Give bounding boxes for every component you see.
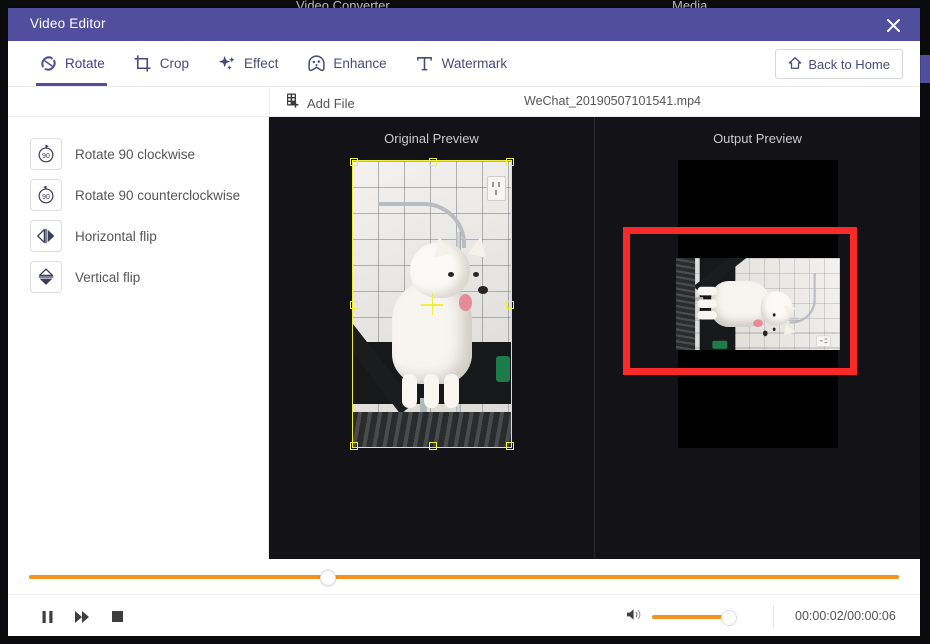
flip-horizontal-icon	[30, 220, 62, 252]
svg-text:90: 90	[42, 194, 50, 201]
tab-effect[interactable]: Effect	[203, 41, 292, 86]
original-preview-label: Original Preview	[384, 131, 479, 146]
output-preview-label: Output Preview	[713, 131, 802, 146]
add-file-label: Add File	[307, 95, 355, 111]
sidebar-item-rotate-90-clockwise[interactable]: 90 Rotate 90 clockwise	[30, 136, 268, 172]
back-to-home-label: Back to Home	[808, 56, 890, 72]
transport-divider	[773, 606, 774, 628]
sparkle-icon	[217, 54, 237, 74]
transport-controls: 00:00:02/00:00:06	[8, 595, 920, 636]
original-preview-panel: Original Preview	[269, 117, 594, 559]
tab-label: Enhance	[333, 56, 387, 71]
output-video-frame[interactable]	[622, 160, 857, 448]
add-file-button[interactable]: Add File	[286, 93, 355, 113]
close-icon[interactable]	[876, 11, 910, 39]
sidebar-item-rotate-90-counterclockwise[interactable]: 90 Rotate 90 counterclockwise	[30, 177, 268, 213]
rotate-options-sidebar: 90 Rotate 90 clockwise 90 Rotate 90 coun…	[8, 117, 269, 559]
sidebar-item-label: Vertical flip	[75, 269, 141, 285]
sidebar-item-vertical-flip[interactable]: Vertical flip	[30, 259, 268, 295]
enhance-icon	[306, 54, 326, 74]
file-bar: Add File WeChat_20190507101541.mp4	[8, 87, 920, 117]
tab-label: Watermark	[441, 56, 508, 71]
time-display: 00:00:02/00:00:06	[795, 609, 896, 623]
tab-label: Effect	[244, 56, 279, 71]
tab-bar: Rotate Crop Effect Enhance Watermark Bac…	[8, 41, 920, 87]
stop-icon[interactable]	[102, 602, 132, 632]
text-t-icon	[415, 54, 435, 74]
back-to-home-button[interactable]: Back to Home	[775, 49, 903, 79]
file-bar-divider	[269, 87, 270, 116]
tab-enhance[interactable]: Enhance	[292, 41, 400, 86]
speaker-icon[interactable]	[626, 607, 643, 627]
rotate-cw-90-icon: 90	[30, 138, 62, 170]
timeline-track[interactable]	[29, 569, 899, 586]
volume-handle[interactable]	[721, 610, 737, 626]
home-icon	[788, 56, 802, 73]
tab-crop[interactable]: Crop	[119, 41, 203, 86]
original-preview-stage	[269, 155, 594, 559]
original-video-frame[interactable]	[349, 158, 514, 450]
sidebar-item-horizontal-flip[interactable]: Horizontal flip	[30, 218, 268, 254]
title-bar: Video Editor	[8, 8, 920, 41]
tab-label: Rotate	[65, 56, 105, 71]
original-video-image	[351, 160, 512, 448]
crop-icon	[133, 54, 153, 74]
tab-rotate[interactable]: Rotate	[24, 41, 119, 86]
sidebar-item-label: Horizontal flip	[75, 228, 157, 244]
window-title: Video Editor	[30, 16, 106, 31]
output-highlight-rectangle	[622, 227, 857, 375]
tab-watermark[interactable]: Watermark	[401, 41, 522, 86]
timeline-handle[interactable]	[320, 569, 337, 586]
background-window-strip	[920, 55, 930, 83]
pause-icon[interactable]	[32, 602, 62, 632]
timeline-scrubber[interactable]	[8, 559, 920, 595]
fast-forward-icon[interactable]	[67, 602, 97, 632]
preview-area: Original Preview Output Preview	[269, 117, 920, 559]
svg-text:90: 90	[42, 153, 50, 160]
output-preview-stage	[595, 155, 920, 559]
add-file-icon	[286, 93, 300, 113]
volume-track[interactable]	[652, 610, 737, 626]
rotate-icon	[38, 54, 58, 74]
sidebar-item-label: Rotate 90 clockwise	[75, 146, 196, 162]
editor-body: 90 Rotate 90 clockwise 90 Rotate 90 coun…	[8, 117, 920, 559]
rotate-ccw-90-icon: 90	[30, 179, 62, 211]
video-editor-window: Video Editor Rotate Crop Effect Enhance …	[8, 8, 920, 636]
volume-control[interactable]	[626, 595, 737, 636]
flip-vertical-icon	[30, 261, 62, 293]
current-filename: WeChat_20190507101541.mp4	[524, 94, 701, 108]
output-preview-panel: Output Preview	[594, 117, 920, 559]
sidebar-item-label: Rotate 90 counterclockwise	[75, 187, 241, 203]
tab-label: Crop	[159, 56, 190, 71]
